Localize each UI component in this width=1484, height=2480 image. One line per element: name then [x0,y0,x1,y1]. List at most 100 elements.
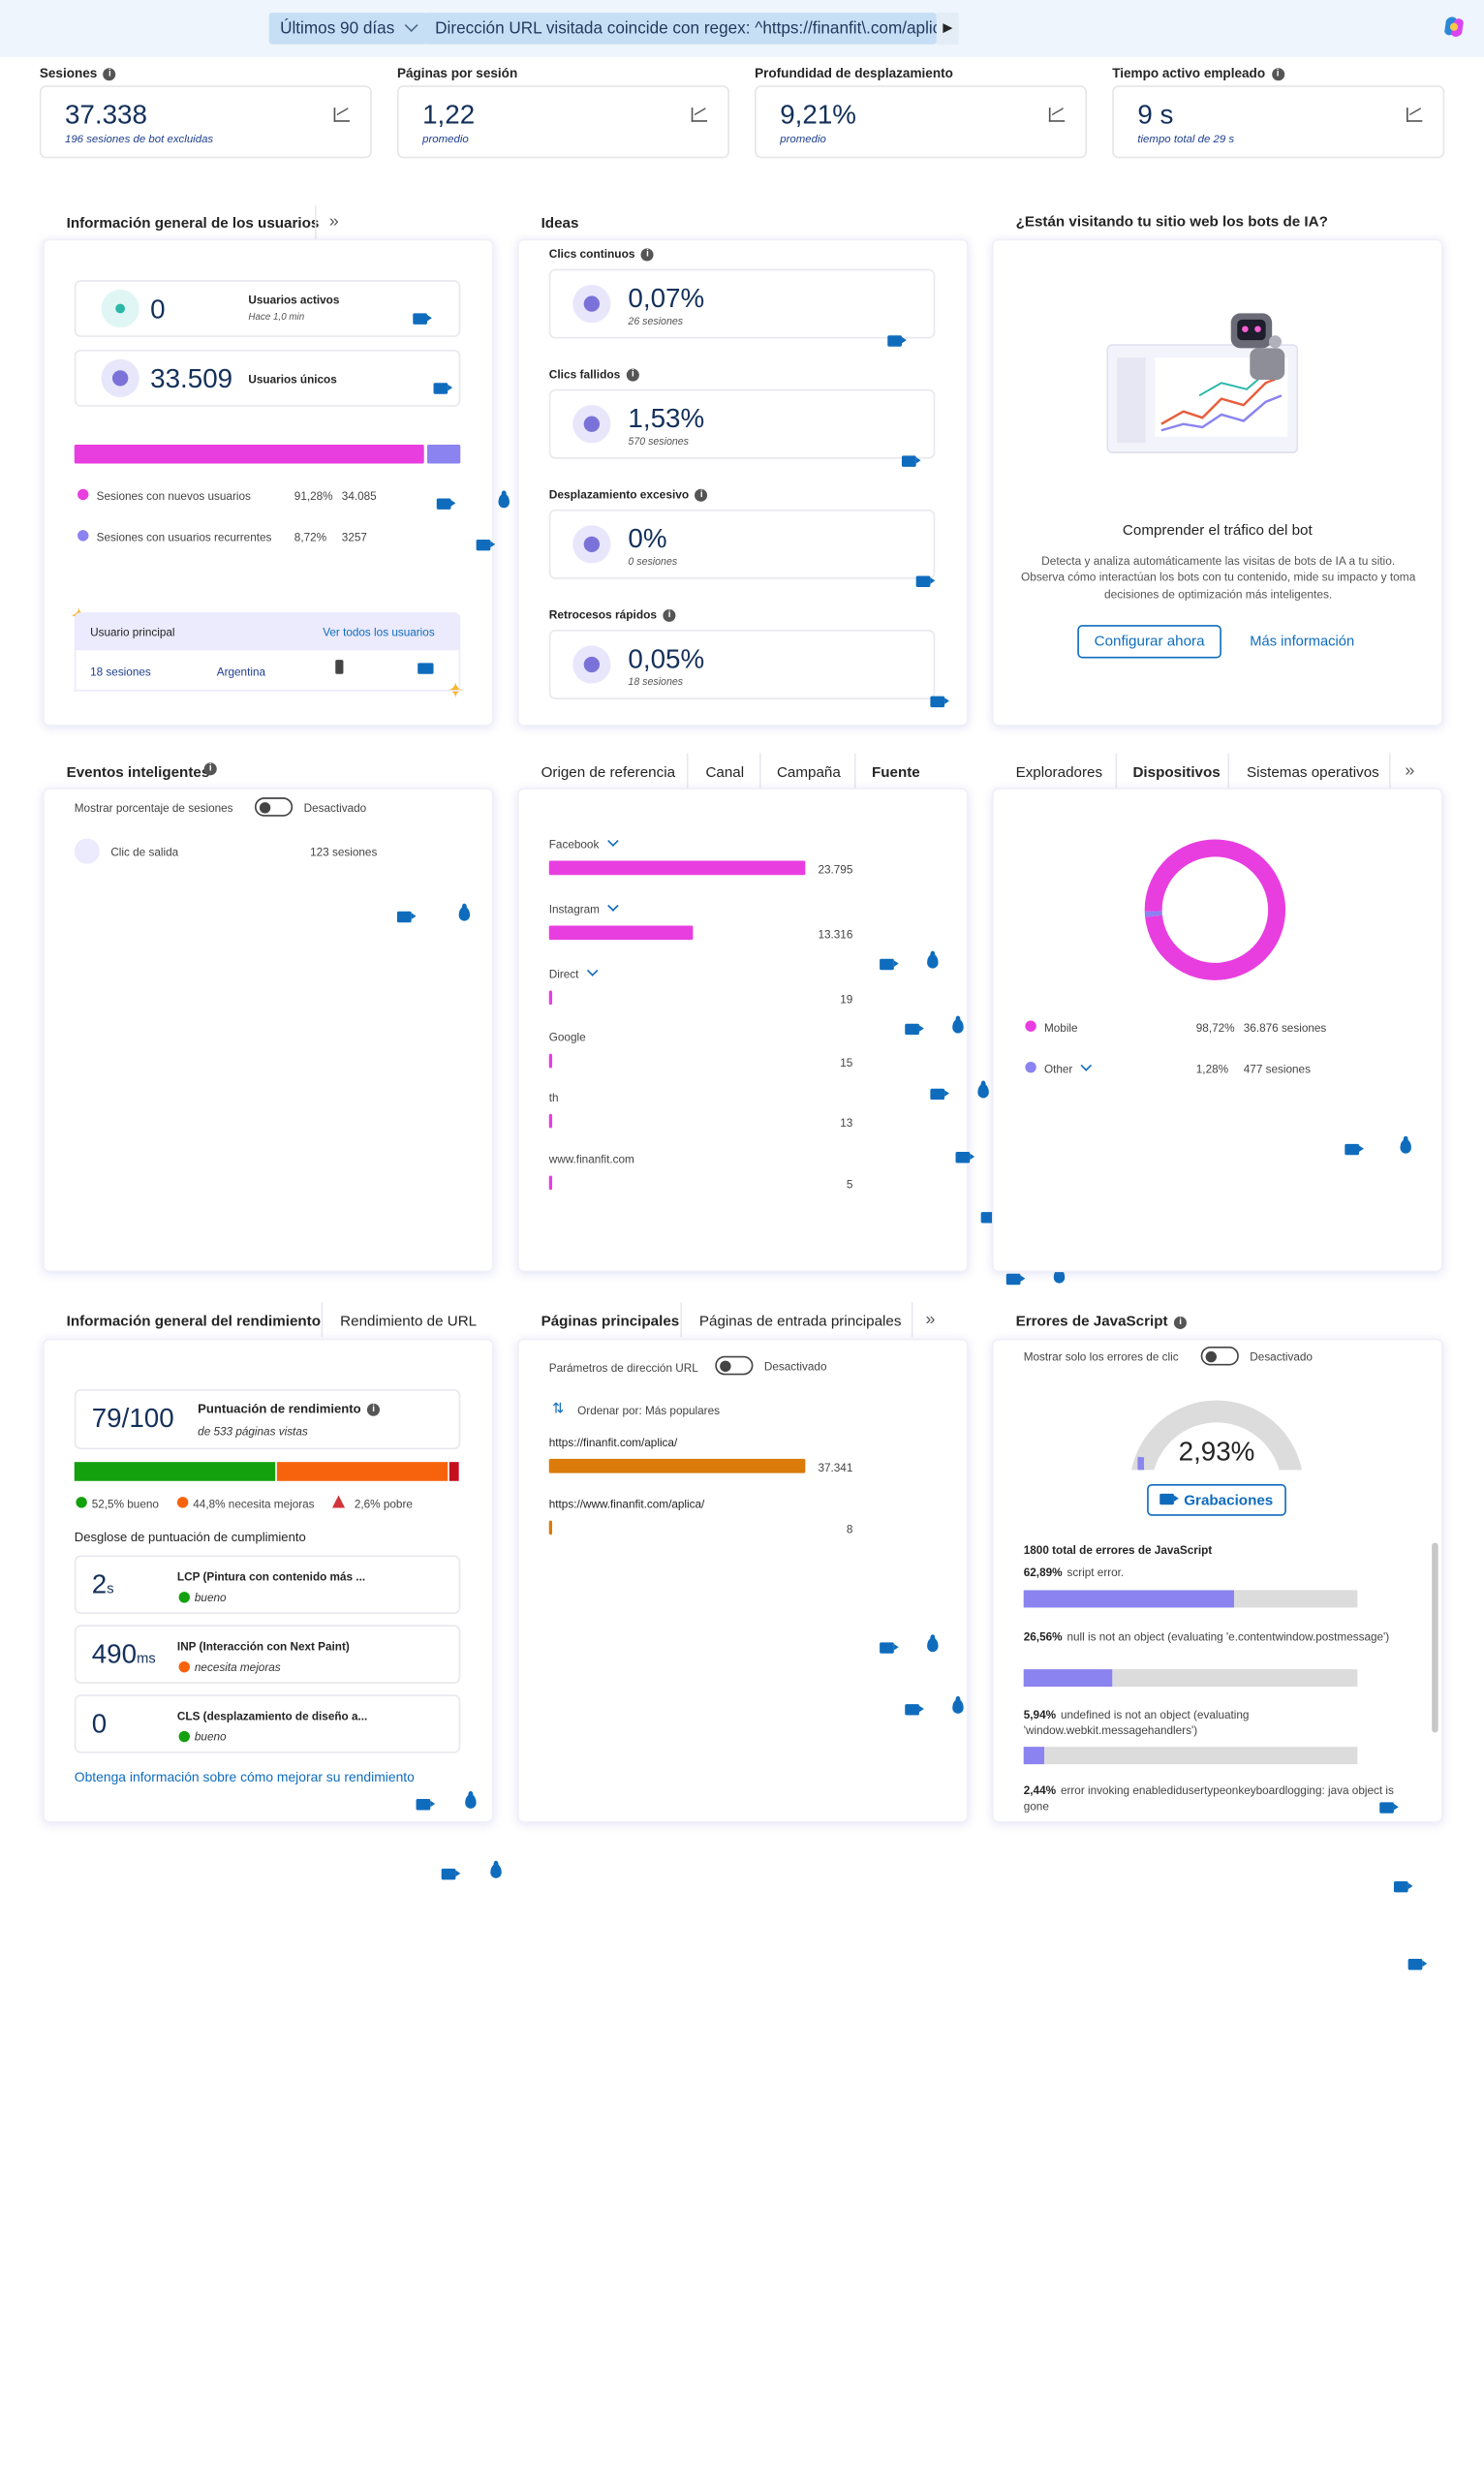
recordings-icon[interactable] [901,455,921,467]
page-url[interactable]: https://finanfit.com/aplica/ [549,1435,677,1449]
recordings-icon[interactable] [915,575,936,587]
recordings-icon[interactable] [930,1088,949,1100]
kpi-card-active-time[interactable]: 9 s tiempo total de 29 s [1112,85,1445,159]
recordings-icon[interactable] [1345,1143,1364,1156]
tab-campaign[interactable]: Campaña [777,764,841,780]
more-tabs-chevron-icon[interactable]: » [329,212,339,232]
recordings-icon[interactable] [955,1152,975,1163]
recordings-icon[interactable] [905,1704,924,1716]
url-params-toggle[interactable] [715,1355,754,1376]
tab-performance-overview[interactable]: Información general del rendimiento [67,1314,321,1329]
recordings-icon[interactable] [1005,1273,1026,1286]
js-error-text[interactable]: 62,89% script error. [1024,1565,1401,1580]
heatmap-icon[interactable] [977,1080,989,1099]
page-url[interactable]: https://www.finanfit.com/aplica/ [549,1497,705,1511]
trend-chart-icon[interactable] [333,108,350,122]
heatmap-icon[interactable] [927,1634,939,1653]
info-icon[interactable]: i [1271,68,1284,81]
chevron-down-icon[interactable] [586,965,599,976]
recordings-icon[interactable] [434,383,453,394]
trend-chart-icon[interactable] [1048,108,1066,122]
heatmap-icon[interactable] [465,1790,477,1809]
tab-source[interactable]: Fuente [872,764,920,780]
more-tabs-chevron-icon[interactable]: » [1405,761,1414,781]
device-label[interactable]: Other [1044,1060,1093,1076]
session-pct-toggle[interactable] [254,797,294,817]
referrer-label[interactable]: Instagram [549,900,619,916]
referrer-label[interactable]: th [549,1090,559,1104]
url-params-toggle-label: Parámetros de dirección URL [548,1360,698,1376]
js-error-text[interactable]: 2,44% error invoking enabledidusertypeonk… [1024,1783,1401,1815]
metric-label: INP (Interacción con Next Paint) [176,1639,350,1654]
improve-performance-link[interactable]: Obtenga información sobre cómo mejorar s… [75,1769,415,1784]
kpi-card-scroll-depth[interactable]: 9,21% promedio [755,85,1088,159]
recordings-icon[interactable] [416,1799,436,1811]
metric-box[interactable] [74,1694,461,1753]
recordings-icon[interactable] [880,1642,899,1654]
recordings-icon[interactable] [396,911,417,923]
tab-url-performance[interactable]: Rendimiento de URL [340,1314,477,1329]
chevron-down-icon[interactable] [607,900,619,912]
tab-top-pages[interactable]: Páginas principales [541,1314,680,1329]
tab-referrer-origin[interactable]: Origen de referencia [541,764,675,780]
more-tabs-chevron-icon[interactable]: » [925,1310,935,1329]
recordings-icon[interactable] [905,1023,924,1036]
recordings-icon[interactable] [1393,1880,1413,1893]
heatmap-icon[interactable] [490,1860,502,1878]
configure-now-button[interactable]: Configurar ahora [1077,625,1221,659]
device-label[interactable]: Mobile [1044,1020,1078,1035]
scrollbar[interactable] [1432,1542,1438,1733]
info-icon[interactable]: i [203,762,217,776]
info-icon[interactable]: i [103,68,116,81]
users-overview-tab[interactable]: Información general de los usuarios [67,215,320,231]
recordings-icon[interactable] [476,539,495,551]
tab-devices[interactable]: Dispositivos [1132,764,1220,780]
copilot-icon[interactable] [1441,15,1467,40]
heatmap-icon[interactable] [1400,1135,1411,1154]
recordings-icon[interactable] [880,958,899,971]
info-icon[interactable]: i [663,608,676,622]
referrer-label[interactable]: www.finanfit.com [549,1152,634,1166]
tab-operating-systems[interactable]: Sistemas operativos [1247,764,1379,780]
url-filter-chip[interactable]: Dirección URL visitada coincide con rege… [423,13,937,45]
recordings-icon[interactable] [436,498,456,510]
trend-chart-icon[interactable] [1407,108,1423,122]
sort-icon[interactable]: ⇅ [552,1400,564,1417]
metric-box[interactable] [74,1555,461,1614]
click-errors-toggle[interactable] [1200,1346,1239,1366]
recordings-icon[interactable] [887,335,907,347]
kpi-card-pages-per-session[interactable]: 1,22 promedio [396,85,729,159]
recordings-icon[interactable] [441,1868,461,1880]
referrer-label[interactable]: Facebook [549,835,618,852]
exit-click-icon [74,838,100,864]
user-card-icon[interactable] [417,663,434,674]
filter-scroll-right-button[interactable]: ▶ [936,13,959,45]
more-info-link[interactable]: Más información [1250,633,1354,648]
tab-browsers[interactable]: Exploradores [1016,764,1102,780]
recordings-icon[interactable] [413,313,432,325]
referrer-label[interactable]: Google [549,1030,586,1044]
donut-slice-mobile[interactable] [1144,839,1286,980]
info-icon[interactable]: i [695,488,708,502]
recordings-button[interactable]: Grabaciones [1147,1484,1286,1516]
trend-chart-icon[interactable] [691,108,708,122]
heatmap-icon[interactable] [499,490,510,509]
chevron-down-icon[interactable] [1080,1060,1093,1071]
kpi-card-sessions[interactable]: 37.338 196 sesiones de bot excluidas [39,85,372,159]
date-range-filter[interactable]: Últimos 90 días [268,13,428,45]
info-icon[interactable]: i [626,368,639,382]
referrer-label[interactable]: Direct [549,965,599,981]
heatmap-icon[interactable] [952,1015,964,1034]
tab-top-entry-pages[interactable]: Páginas de entrada principales [699,1314,902,1329]
info-icon[interactable]: i [641,248,655,262]
tab-channel[interactable]: Canal [705,764,744,780]
heatmap-icon[interactable] [927,950,939,969]
heatmap-icon[interactable] [952,1695,964,1714]
chevron-down-icon[interactable] [606,835,618,847]
see-all-users-link[interactable]: Ver todos los usuarios [323,625,435,639]
sort-label[interactable]: Ordenar por: Más populares [577,1404,720,1418]
recordings-icon[interactable] [930,696,949,708]
js-error-text[interactable]: 5,94% undefined is not an object (evaluat… [1024,1707,1401,1739]
recordings-icon[interactable] [1407,1959,1428,1970]
js-error-text[interactable]: 26,56% null is not an object (evaluating … [1024,1629,1401,1645]
